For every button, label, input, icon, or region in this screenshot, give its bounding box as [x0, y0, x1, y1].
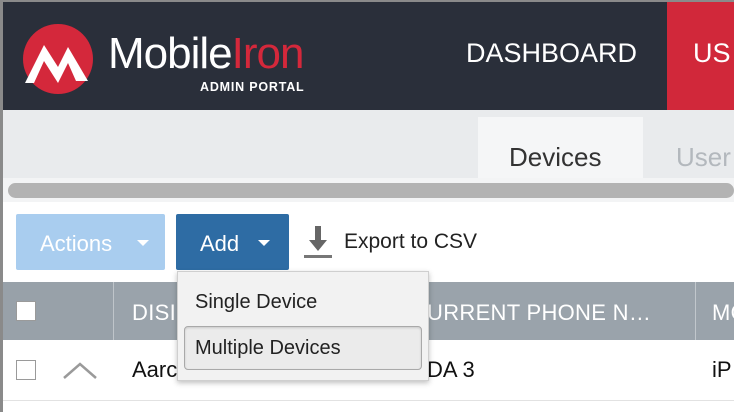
- window-border-left: [0, 0, 3, 412]
- logo-word-mobile: Mobile: [108, 29, 233, 78]
- caret-down-icon: [137, 240, 149, 246]
- nav-dashboard[interactable]: DASHBOARD: [466, 38, 637, 69]
- select-all-header-cell: [3, 282, 114, 340]
- tab-users[interactable]: User: [676, 142, 731, 173]
- column-header-model[interactable]: MO: [696, 282, 734, 340]
- add-button[interactable]: Add: [176, 214, 289, 270]
- menu-item-single-device[interactable]: Single Device: [178, 278, 428, 324]
- menu-item-multiple-devices[interactable]: Multiple Devices: [184, 326, 422, 370]
- tab-devices-label: Devices: [509, 142, 602, 172]
- nav-users[interactable]: US: [667, 0, 734, 110]
- menu-item-label: Multiple Devices: [195, 337, 341, 359]
- cell-model: iP: [712, 357, 732, 382]
- top-navigation-bar: MobileIron ADMIN PORTAL DASHBOARD US: [0, 0, 734, 110]
- actions-button-label: Actions: [40, 231, 113, 256]
- column-header-label: DISI: [132, 300, 176, 325]
- caret-down-icon: [258, 240, 270, 246]
- logo-subtitle: ADMIN PORTAL: [200, 80, 305, 94]
- horizontal-scrollbar-thumb[interactable]: [8, 183, 734, 198]
- actions-button[interactable]: Actions: [16, 214, 165, 270]
- download-icon: [304, 226, 332, 258]
- add-dropdown-menu: Single Device Multiple Devices: [177, 271, 429, 381]
- column-header-label: URRENT PHONE N…: [427, 300, 652, 325]
- column-header-label: MO: [712, 300, 734, 325]
- tab-devices[interactable]: Devices: [478, 117, 643, 178]
- nav-users-label: US: [693, 38, 731, 68]
- column-header-current-phone-number[interactable]: URRENT PHONE N…: [419, 282, 696, 340]
- row-select-checkbox[interactable]: [16, 360, 36, 380]
- chevron-up-icon[interactable]: [62, 356, 98, 384]
- export-csv-label: Export to CSV: [344, 230, 478, 253]
- menu-item-label: Single Device: [195, 291, 318, 313]
- select-all-checkbox[interactable]: [16, 301, 36, 321]
- window-border-top: [0, 0, 734, 2]
- add-button-label: Add: [200, 231, 240, 256]
- logo-wordmark: MobileIron: [108, 29, 305, 78]
- cell-display-name: Aarc: [132, 357, 178, 382]
- logo-word-iron: Iron: [231, 29, 305, 78]
- cell-current-phone-number: DA 3: [427, 357, 475, 382]
- mobileiron-logo-icon: [23, 24, 93, 94]
